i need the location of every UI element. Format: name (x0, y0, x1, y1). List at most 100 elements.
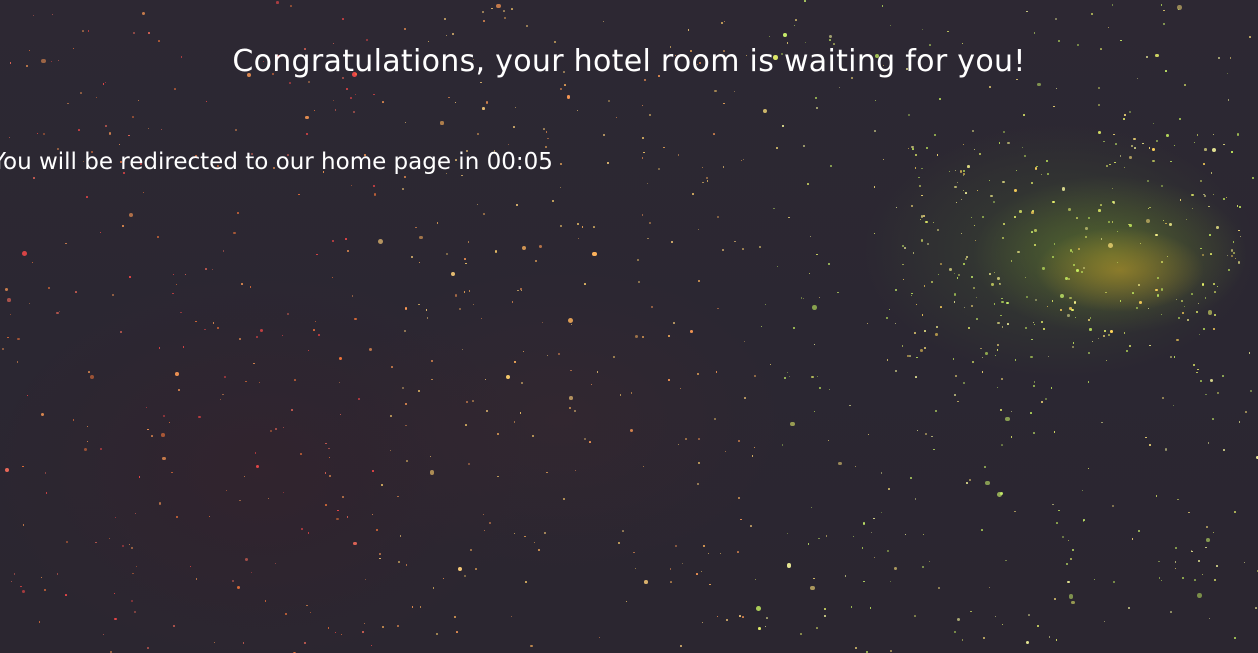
star-dot (306, 605, 308, 607)
star-dot (1071, 600, 1075, 605)
star-dot (810, 585, 815, 591)
star-dot (596, 371, 598, 373)
star-dot (368, 347, 373, 351)
star-dot (963, 381, 966, 384)
star-dot (1002, 223, 1005, 226)
star-dot (716, 215, 719, 218)
star-dot (701, 166, 704, 169)
star-dot (957, 617, 961, 622)
star-dot (918, 185, 921, 188)
star-dot (1033, 431, 1036, 434)
star-dot (922, 533, 925, 536)
star-dot (641, 214, 643, 216)
star-dot (1203, 163, 1206, 165)
star-dot (1213, 283, 1215, 285)
star-dot (1128, 111, 1132, 114)
star-dot (1056, 522, 1058, 524)
star-dot (337, 509, 339, 512)
star-dot (231, 579, 234, 582)
star-dot (1067, 539, 1070, 541)
star-dot (522, 351, 525, 353)
star-dot (738, 440, 741, 443)
star-dot (208, 515, 211, 518)
star-dot (525, 24, 528, 27)
star-dot (465, 262, 467, 265)
star-dot (267, 497, 270, 500)
star-dot (781, 444, 784, 446)
star-dot (962, 263, 965, 266)
star-dot (979, 152, 982, 155)
star-dot (1052, 200, 1055, 203)
star-dot (988, 85, 991, 88)
star-dot (668, 379, 670, 381)
star-dot (10, 580, 13, 583)
star-dot (1245, 411, 1248, 413)
star-dot (65, 540, 68, 543)
star-dot (465, 400, 468, 403)
star-dot (533, 542, 536, 544)
star-dot (1021, 147, 1023, 149)
star-dot (1113, 133, 1115, 136)
star-dot (925, 433, 928, 435)
star-dot (764, 626, 766, 628)
star-dot (314, 320, 316, 323)
star-dot (516, 204, 519, 207)
star-dot (961, 233, 963, 235)
star-dot (354, 93, 357, 96)
star-dot (259, 328, 264, 333)
star-dot (995, 615, 997, 617)
star-dot (33, 15, 35, 17)
star-dot (720, 21, 723, 24)
star-dot (404, 329, 407, 332)
star-dot (952, 358, 955, 360)
star-dot (1210, 379, 1214, 383)
star-dot (1194, 141, 1196, 143)
star-dot (741, 616, 744, 619)
star-dot (772, 207, 775, 210)
star-dot (1030, 412, 1032, 414)
star-dot (1117, 230, 1119, 232)
star-dot (1231, 151, 1233, 153)
star-dot (269, 430, 272, 433)
star-dot (914, 498, 917, 500)
star-dot (1226, 196, 1228, 199)
star-dot (1131, 538, 1134, 540)
star-dot (776, 265, 778, 267)
star-dot (1194, 579, 1196, 581)
star-dot (697, 373, 699, 375)
star-dot (467, 241, 470, 243)
star-dot (725, 450, 727, 452)
star-dot (1010, 436, 1013, 438)
star-dot (919, 218, 922, 221)
star-dot (298, 193, 300, 196)
star-dot (983, 465, 986, 468)
star-dot (657, 168, 660, 171)
star-dot (94, 541, 97, 544)
star-dot (1170, 160, 1172, 162)
star-dot (1066, 314, 1070, 317)
star-dot (954, 185, 957, 189)
star-dot (1069, 558, 1072, 561)
star-dot (233, 231, 236, 234)
star-dot (468, 463, 470, 466)
star-dot (241, 282, 244, 285)
star-dot (514, 361, 516, 363)
star-dot (918, 176, 920, 179)
star-dot (1028, 614, 1030, 617)
star-dot (1206, 538, 1210, 543)
star-dot (28, 302, 31, 305)
star-dot (375, 529, 378, 531)
star-dot (448, 96, 450, 99)
star-dot (198, 415, 201, 419)
star-dot (7, 298, 12, 302)
star-dot (573, 409, 577, 412)
star-dot (1239, 421, 1241, 423)
star-dot (404, 307, 407, 310)
star-dot (1179, 199, 1182, 201)
star-dot (673, 322, 675, 324)
star-dot (1087, 381, 1090, 383)
star-dot (111, 293, 114, 296)
star-dot (121, 544, 125, 548)
star-dot (1160, 184, 1164, 188)
star-dot (584, 282, 587, 285)
